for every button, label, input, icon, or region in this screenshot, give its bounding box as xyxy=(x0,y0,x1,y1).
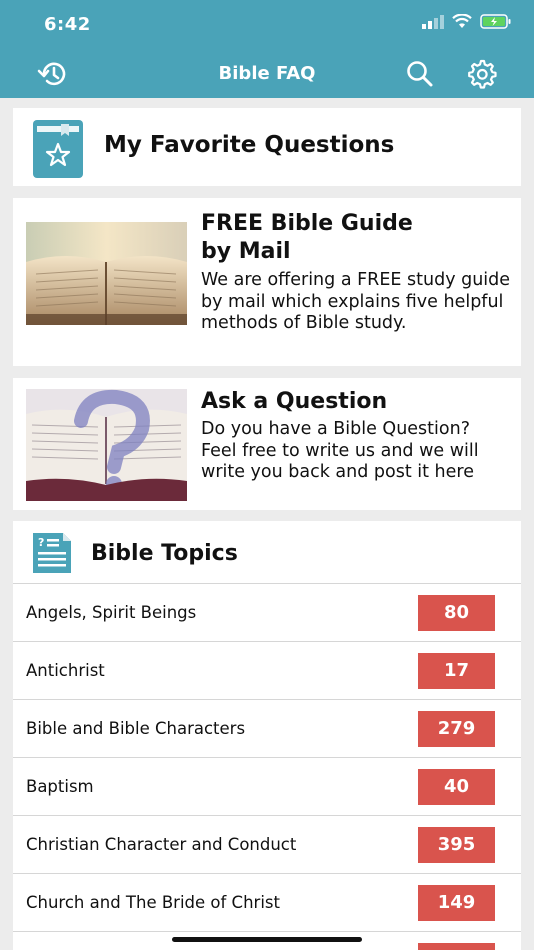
favorite-questions-card[interactable]: My Favorite Questions xyxy=(13,108,521,186)
free-bible-guide-body: We are offering a FREE study guide by ma… xyxy=(201,270,511,333)
ask-question-title: Ask a Question xyxy=(201,389,388,414)
topic-label: Antichrist xyxy=(26,661,105,680)
home-indicator[interactable] xyxy=(172,937,362,942)
topic-row[interactable]: Baptism 40 xyxy=(13,757,521,815)
ask-question-body: Do you have a Bible Question? Feel free … xyxy=(201,419,479,482)
topic-row[interactable]: Antichrist 17 xyxy=(13,641,521,699)
free-bible-guide-text: FREE Bible Guide by Mail We are offering… xyxy=(201,210,511,335)
ask-question-text: Ask a Question Do you have a Bible Quest… xyxy=(201,388,511,484)
free-bible-guide-title-line1: FREE Bible Guide xyxy=(201,211,413,236)
open-bible-image xyxy=(26,222,187,325)
cellular-signal-icon xyxy=(422,14,444,29)
topic-count-badge: 395 xyxy=(418,827,495,863)
favorite-book-icon xyxy=(33,120,83,178)
topic-label: Baptism xyxy=(26,777,94,796)
search-icon xyxy=(407,61,433,87)
bible-topics-card: ? Bible Topics Angels, Spirit Beings 80 … xyxy=(13,521,521,950)
ask-question-card[interactable]: Ask a Question Do you have a Bible Quest… xyxy=(13,378,521,510)
wifi-icon xyxy=(452,14,472,28)
free-bible-guide-title-line2: by Mail xyxy=(201,239,291,264)
search-button[interactable] xyxy=(403,58,437,90)
topic-list: Angels, Spirit Beings 80 Antichrist 17 B… xyxy=(13,583,521,950)
topic-count-badge: 149 xyxy=(418,885,495,921)
status-icons xyxy=(422,14,512,29)
topic-count-badge: 279 xyxy=(418,711,495,747)
topic-count-badge: 40 xyxy=(418,769,495,805)
app-header: 6:42 Bible FAQ xyxy=(0,0,534,98)
settings-button[interactable] xyxy=(464,58,498,90)
battery-charging-icon xyxy=(480,14,511,29)
topic-row[interactable]: Christian Character and Conduct 395 xyxy=(13,815,521,873)
topic-label: Christian Character and Conduct xyxy=(26,835,297,854)
topic-row[interactable]: Bible and Bible Characters 279 xyxy=(13,699,521,757)
topic-label: Church and The Bride of Christ xyxy=(26,893,280,912)
status-time: 6:42 xyxy=(44,14,91,35)
topic-row[interactable]: Church and The Bride of Christ 149 xyxy=(13,873,521,931)
topic-label: Bible and Bible Characters xyxy=(26,719,246,738)
question-bible-image xyxy=(26,389,187,501)
topic-count-badge: 17 xyxy=(418,653,495,689)
topic-row[interactable]: Angels, Spirit Beings 80 xyxy=(13,583,521,641)
page-title: Bible FAQ xyxy=(218,63,316,84)
topic-label: Angels, Spirit Beings xyxy=(26,603,197,622)
topic-count-badge xyxy=(418,943,495,950)
svg-text:?: ? xyxy=(38,536,44,549)
free-bible-guide-card[interactable]: FREE Bible Guide by Mail We are offering… xyxy=(13,198,521,366)
topics-document-icon: ? xyxy=(33,533,71,573)
gear-icon xyxy=(468,59,497,89)
bible-topics-title: Bible Topics xyxy=(91,541,238,566)
topic-count-badge: 80 xyxy=(418,595,495,631)
favorite-questions-title: My Favorite Questions xyxy=(104,132,395,158)
